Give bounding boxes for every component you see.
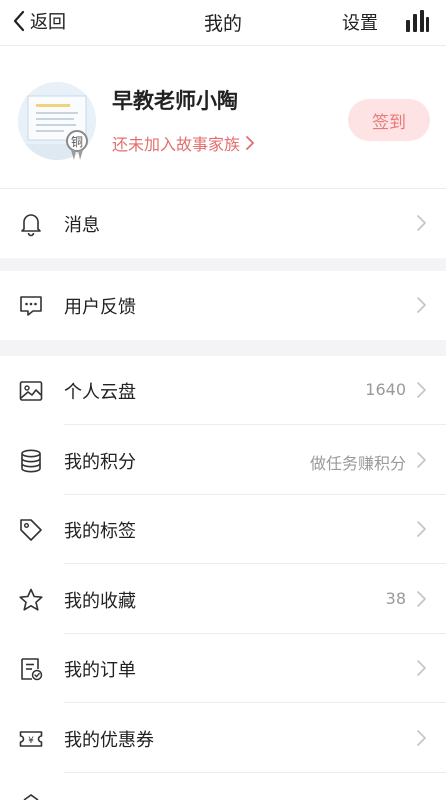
cloud-count: 1640	[365, 380, 406, 399]
menu-label: 我的订单	[64, 660, 136, 681]
page-title: 我的	[203, 13, 242, 35]
bell-icon	[21, 214, 41, 237]
menu-label: 我的收藏	[64, 591, 136, 612]
chevron-right-icon	[417, 215, 426, 231]
chevron-right-icon	[417, 730, 426, 746]
partial-icon	[23, 794, 39, 800]
section-gap	[0, 340, 446, 356]
row-divider	[64, 702, 446, 703]
image-icon	[19, 381, 43, 401]
sign-in-button[interactable]: 签到	[348, 99, 430, 141]
join-family-link[interactable]: 还未加入故事家族	[112, 131, 254, 155]
top-navigation-bar: 返回 我的 设置	[0, 0, 446, 46]
family-status-text: 还未加入故事家族	[112, 135, 241, 154]
menu-item-points[interactable]: 我的积分 做任务赚积分	[0, 426, 446, 495]
bar-chart-icon[interactable]	[404, 8, 430, 34]
row-divider	[64, 424, 446, 425]
menu-label: 用户反馈	[64, 297, 136, 318]
menu-item-orders[interactable]: 我的订单	[0, 634, 446, 703]
points-hint: 做任务赚积分	[309, 454, 406, 473]
tag-icon	[20, 519, 42, 541]
medal-badge: 铜	[66, 130, 88, 152]
chevron-right-icon	[417, 382, 426, 398]
menu-label: 我的积分	[64, 452, 136, 473]
svg-text:¥: ¥	[28, 736, 34, 746]
favorites-count: 38	[385, 589, 406, 608]
menu-item-favorites[interactable]: 我的收藏 38	[0, 565, 446, 634]
profile-card[interactable]: 铜 早教老师小陶 还未加入故事家族 签到	[0, 46, 446, 188]
menu-item-coupons[interactable]: ¥ 我的优惠券	[0, 704, 446, 773]
user-name: 早教老师小陶	[112, 89, 238, 113]
chevron-right-icon	[417, 452, 426, 468]
chevron-right-icon	[417, 660, 426, 676]
section-gap	[0, 258, 446, 271]
coupon-icon: ¥	[19, 731, 43, 747]
menu-label: 我的优惠券	[64, 730, 154, 751]
chevron-right-icon	[417, 297, 426, 313]
chevron-right-icon	[417, 521, 426, 537]
row-divider	[64, 563, 446, 564]
row-divider	[64, 772, 446, 773]
star-icon	[19, 588, 43, 611]
medal-ribbon-icon	[71, 150, 83, 160]
menu-item-tags[interactable]: 我的标签	[0, 495, 446, 564]
menu-label: 个人云盘	[64, 382, 136, 403]
settings-button[interactable]: 设置	[342, 9, 378, 35]
chevron-right-icon	[417, 591, 426, 607]
chat-bubble-icon	[20, 296, 42, 316]
menu-item-cloud-drive[interactable]: 个人云盘 1640	[0, 356, 446, 425]
menu-label: 消息	[64, 215, 100, 236]
order-icon	[21, 658, 43, 681]
chevron-right-icon	[246, 136, 254, 150]
menu-item-messages[interactable]: 消息	[0, 189, 446, 258]
database-icon	[21, 449, 41, 473]
menu-label: 我的标签	[64, 521, 136, 542]
menu-item-feedback[interactable]: 用户反馈	[0, 271, 446, 340]
menu-item-partial[interactable]	[0, 774, 446, 800]
